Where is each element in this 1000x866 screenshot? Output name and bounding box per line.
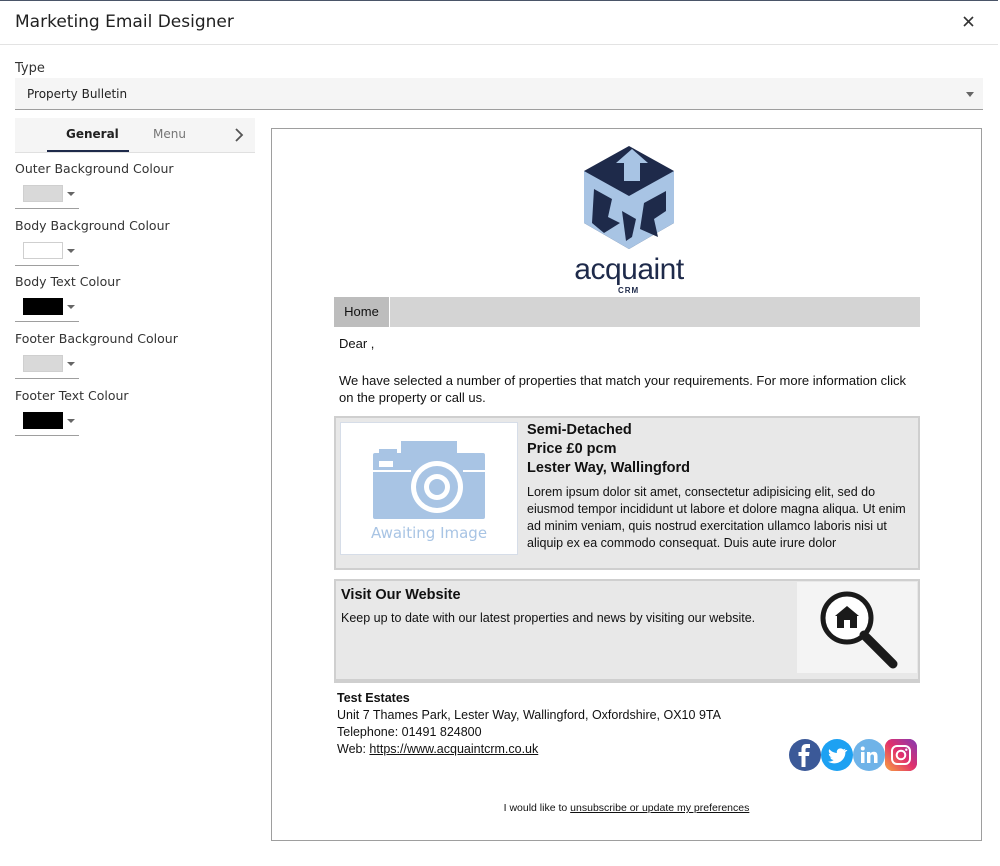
tabs-next-button[interactable]	[232, 126, 246, 144]
footer-web-link[interactable]: https://www.acquaintcrm.co.uk	[369, 742, 538, 756]
website-image	[797, 582, 917, 673]
nav-home-link[interactable]: Home	[334, 297, 390, 327]
linkedin-icon	[860, 746, 878, 763]
outer-bg-colour-picker[interactable]	[15, 181, 79, 209]
outer-bg-colour-label: Outer Background Colour	[15, 161, 174, 176]
body-text-colour-picker[interactable]	[15, 294, 79, 322]
logo-crm-label: CRM	[618, 286, 640, 295]
body-bg-colour-label: Body Background Colour	[15, 218, 170, 233]
facebook-button[interactable]	[789, 739, 821, 771]
type-select-value: Property Bulletin	[27, 87, 128, 101]
acquaint-cube-logo-icon	[584, 146, 674, 249]
footer-text-colour-picker[interactable]	[15, 408, 79, 436]
magnifier-house-icon	[820, 591, 898, 669]
title-bar: Marketing Email Designer	[0, 1, 998, 45]
colour-swatch	[23, 242, 63, 259]
property-address: Lester Way, Wallingford	[527, 460, 691, 476]
twitter-icon	[828, 748, 848, 764]
chevron-down-icon	[67, 362, 75, 366]
linkedin-button[interactable]	[853, 739, 885, 771]
body-text-colour-label: Body Text Colour	[15, 274, 121, 289]
chevron-down-icon	[67, 249, 75, 253]
facebook-icon	[798, 744, 810, 767]
property-summary: Semi-Detached Price £0 pcm Lester Way, W…	[527, 421, 690, 478]
company-logo: acquaint CRM	[574, 141, 684, 299]
active-tab-indicator	[47, 150, 129, 152]
property-type: Semi-Detached	[527, 422, 632, 438]
unsubscribe-prefix: I would like to	[503, 802, 571, 814]
colour-swatch	[23, 355, 63, 372]
settings-tabs: General Menu	[15, 118, 255, 153]
unsubscribe-link[interactable]: unsubscribe or update my preferences	[570, 802, 749, 814]
chevron-down-icon	[67, 305, 75, 309]
footer-web: Web: https://www.acquaintcrm.co.uk	[337, 741, 727, 758]
footer-telephone: Telephone: 01491 824800	[337, 725, 482, 739]
colour-swatch	[23, 185, 63, 202]
twitter-button[interactable]	[821, 739, 853, 771]
property-description: Lorem ipsum dolor sit amet, consectetur …	[527, 485, 906, 550]
chevron-down-icon	[966, 92, 974, 97]
email-greeting: Dear ,	[339, 336, 375, 351]
type-label: Type	[15, 61, 45, 76]
instagram-button[interactable]	[885, 739, 917, 771]
footer-text-colour-label: Footer Text Colour	[15, 388, 129, 403]
chevron-down-icon	[67, 419, 75, 423]
tab-general[interactable]: General	[66, 127, 119, 141]
instagram-icon	[885, 739, 917, 771]
unsubscribe-line: I would like to unsubscribe or update my…	[272, 802, 981, 814]
colour-swatch	[23, 412, 63, 429]
footer-web-prefix: Web:	[337, 742, 370, 756]
email-preview: acquaint CRM Home Dear , We have selecte…	[271, 128, 982, 841]
property-card[interactable]: Awaiting Image Semi-Detached Price £0 pc…	[334, 416, 920, 570]
footer-address: Unit 7 Thames Park, Lester Way, Wallingf…	[337, 708, 721, 722]
property-price: Price £0 pcm	[527, 441, 617, 457]
email-nav-bar: Home	[334, 297, 920, 327]
visit-website-title: Visit Our Website	[341, 587, 461, 603]
close-icon	[963, 16, 974, 27]
awaiting-image-caption: Awaiting Image	[370, 524, 488, 542]
email-designer-dialog: Marketing Email Designer Type Property B…	[0, 0, 998, 866]
property-image-placeholder: Awaiting Image	[340, 422, 518, 555]
chevron-down-icon	[67, 192, 75, 196]
footer-company-name: Test Estates	[337, 691, 410, 705]
close-button[interactable]	[958, 11, 980, 33]
dialog-title: Marketing Email Designer	[15, 12, 234, 32]
chevron-right-icon	[235, 128, 244, 142]
colour-swatch	[23, 298, 63, 315]
type-select[interactable]: Property Bulletin	[15, 78, 983, 110]
tab-menu[interactable]: Menu	[153, 127, 186, 141]
footer-bg-colour-label: Footer Background Colour	[15, 331, 178, 346]
email-footer-info: Test Estates Unit 7 Thames Park, Lester …	[337, 690, 727, 758]
visit-website-card[interactable]: Visit Our Website Keep up to date with o…	[334, 579, 920, 683]
footer-bg-colour-picker[interactable]	[15, 351, 79, 379]
logo-wordmark: acquaint	[574, 253, 684, 286]
visit-website-text: Keep up to date with our latest properti…	[341, 611, 756, 625]
email-intro: We have selected a number of properties …	[339, 373, 906, 405]
body-bg-colour-picker[interactable]	[15, 238, 79, 266]
